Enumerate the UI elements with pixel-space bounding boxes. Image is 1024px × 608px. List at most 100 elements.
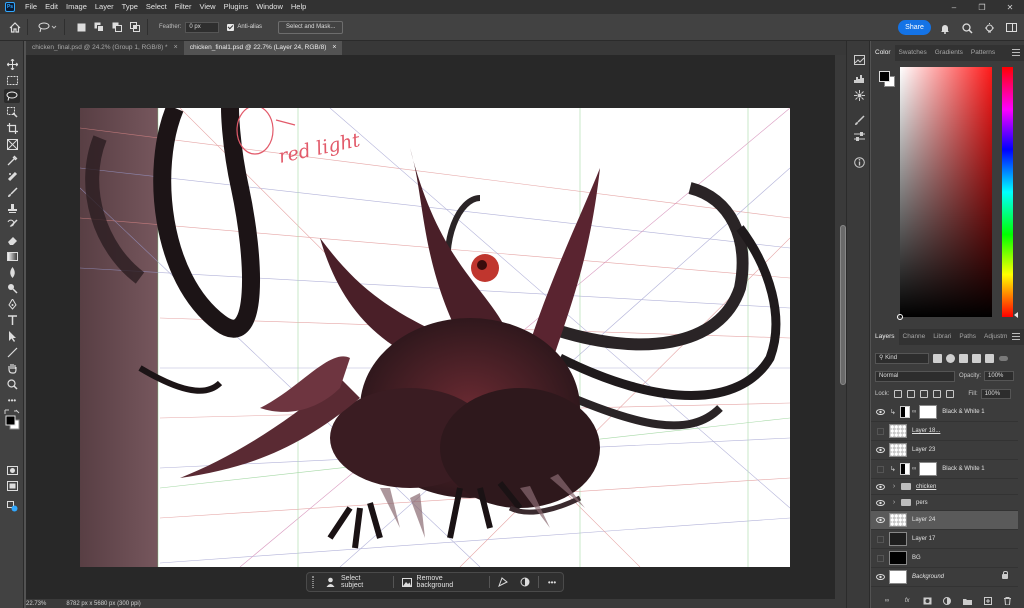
lock-pixels-icon[interactable]: [907, 390, 916, 398]
adjustment-icon[interactable]: [514, 574, 536, 590]
filter-toggle[interactable]: [999, 356, 1008, 361]
tab-swatches[interactable]: Swatches: [895, 45, 931, 61]
remove-background-button[interactable]: Remove background: [396, 574, 488, 590]
drag-handle-icon[interactable]: [312, 576, 314, 588]
lock-artboard-icon[interactable]: [933, 390, 942, 398]
layer-row[interactable]: Layer 23: [871, 441, 1018, 460]
layer-group-row[interactable]: › chicken: [871, 479, 1018, 495]
bell-icon[interactable]: [938, 21, 952, 35]
visibility-toggle[interactable]: [877, 535, 884, 543]
layer-mask-thumbnail[interactable]: [919, 405, 938, 419]
crop-tool-icon[interactable]: [4, 121, 20, 135]
more-tools-icon[interactable]: •••: [4, 393, 20, 407]
tab-paths[interactable]: Paths: [955, 329, 980, 345]
tab-patterns[interactable]: Patterns: [967, 45, 999, 61]
layer-row[interactable]: Background: [871, 568, 1018, 587]
menu-plugins[interactable]: Plugins: [220, 0, 253, 14]
tab-color[interactable]: Color: [871, 45, 895, 61]
smart-object-filter-icon[interactable]: [985, 354, 994, 363]
menu-window[interactable]: Window: [252, 0, 287, 14]
zoom-tool-icon[interactable]: [4, 377, 20, 391]
healing-brush-tool-icon[interactable]: [4, 169, 20, 183]
workspace-icon[interactable]: [1004, 21, 1018, 35]
layer-group-row[interactable]: › pers: [871, 495, 1018, 511]
select-subject-button[interactable]: Select subject: [320, 574, 391, 590]
eye-icon[interactable]: [875, 409, 886, 415]
brush-settings-icon[interactable]: [852, 113, 866, 127]
tab-adjustments[interactable]: Adjustm: [980, 329, 1011, 345]
layer-row[interactable]: BG: [871, 549, 1018, 568]
line-tool-icon[interactable]: [4, 345, 20, 359]
brush-tool-icon[interactable]: [4, 185, 20, 199]
tab-chicken-final[interactable]: chicken_final.psd @ 24.2% (Group 1, RGB/…: [26, 41, 184, 55]
edit-toolbar-icon[interactable]: [4, 499, 20, 513]
restore-icon[interactable]: ❐: [968, 0, 996, 14]
marquee-tool-icon[interactable]: [4, 73, 20, 87]
mask-icon[interactable]: [923, 597, 932, 606]
tab-layers[interactable]: Layers: [871, 329, 899, 345]
eye-icon[interactable]: [875, 447, 886, 453]
frame-tool-icon[interactable]: [4, 137, 20, 151]
blend-mode-select[interactable]: Normal: [875, 370, 955, 382]
gradient-tool-icon[interactable]: [4, 249, 20, 263]
properties-icon[interactable]: [852, 130, 866, 144]
visibility-toggle[interactable]: [877, 427, 884, 435]
color-swatches-icon[interactable]: [4, 407, 20, 433]
chevron-right-icon[interactable]: ›: [890, 499, 898, 506]
menu-image[interactable]: Image: [62, 0, 91, 14]
path-selection-tool-icon[interactable]: [4, 329, 20, 343]
visibility-toggle[interactable]: [877, 465, 884, 473]
layer-row[interactable]: Layer 24: [871, 511, 1018, 530]
fill-input[interactable]: 100%: [980, 389, 1011, 399]
screen-mode-icon[interactable]: [4, 479, 20, 493]
color-picker-field[interactable]: [897, 67, 992, 320]
feather-input[interactable]: 0 px: [185, 21, 220, 33]
opacity-input[interactable]: 100%: [984, 371, 1015, 381]
hand-tool-icon[interactable]: [4, 361, 20, 375]
close-tab-icon[interactable]: ×: [174, 41, 178, 55]
layer-thumbnail[interactable]: [889, 443, 907, 457]
document-canvas[interactable]: red light: [80, 108, 790, 567]
home-icon[interactable]: [8, 20, 22, 34]
panel-menu-icon[interactable]: [1012, 333, 1020, 340]
eye-icon[interactable]: [875, 499, 886, 506]
move-tool-icon[interactable]: [4, 57, 20, 71]
layer-thumbnail[interactable]: [889, 424, 907, 438]
eyedropper-tool-icon[interactable]: [4, 153, 20, 167]
tab-libraries[interactable]: Librari: [929, 329, 955, 345]
layer-thumbnail[interactable]: [889, 551, 907, 565]
new-layer-icon[interactable]: [983, 597, 992, 606]
intersect-selection-icon[interactable]: [128, 20, 142, 34]
histogram-icon[interactable]: [852, 71, 866, 85]
more-options-button[interactable]: •••: [541, 574, 563, 590]
menu-help[interactable]: Help: [287, 0, 310, 14]
foreground-color-swatch[interactable]: [879, 71, 890, 82]
menu-file[interactable]: File: [21, 0, 41, 14]
hue-slider[interactable]: [1002, 67, 1013, 317]
adjustment-filter-icon[interactable]: [946, 354, 955, 363]
eye-icon[interactable]: [875, 483, 886, 490]
layer-mask-thumbnail[interactable]: [919, 462, 938, 476]
transform-icon[interactable]: [492, 574, 514, 590]
layer-thumbnail[interactable]: [889, 570, 907, 584]
hue-slider-handle[interactable]: [1014, 312, 1018, 318]
eraser-tool-icon[interactable]: [4, 233, 20, 247]
close-icon[interactable]: ✕: [996, 0, 1024, 14]
tab-gradients[interactable]: Gradients: [931, 45, 967, 61]
subtract-selection-icon[interactable]: [110, 20, 124, 34]
clone-stamp-tool-icon[interactable]: [4, 201, 20, 215]
navigator-icon[interactable]: [852, 88, 866, 102]
history-brush-tool-icon[interactable]: [4, 217, 20, 231]
quick-mask-icon[interactable]: [4, 463, 20, 477]
menu-layer[interactable]: Layer: [91, 0, 118, 14]
chevron-right-icon[interactable]: ›: [890, 483, 898, 490]
layer-thumbnail[interactable]: [889, 513, 907, 527]
layer-row[interactable]: ↳ ∞ Black & White 1: [871, 403, 1018, 422]
search-icon[interactable]: [960, 21, 974, 35]
history-icon[interactable]: [852, 53, 866, 67]
share-button[interactable]: Share: [898, 20, 931, 35]
pen-tool-icon[interactable]: [4, 297, 20, 311]
lock-position-icon[interactable]: [920, 390, 929, 398]
minimize-icon[interactable]: –: [940, 0, 968, 14]
kind-filter-select[interactable]: ⚲ Kind: [875, 353, 929, 364]
